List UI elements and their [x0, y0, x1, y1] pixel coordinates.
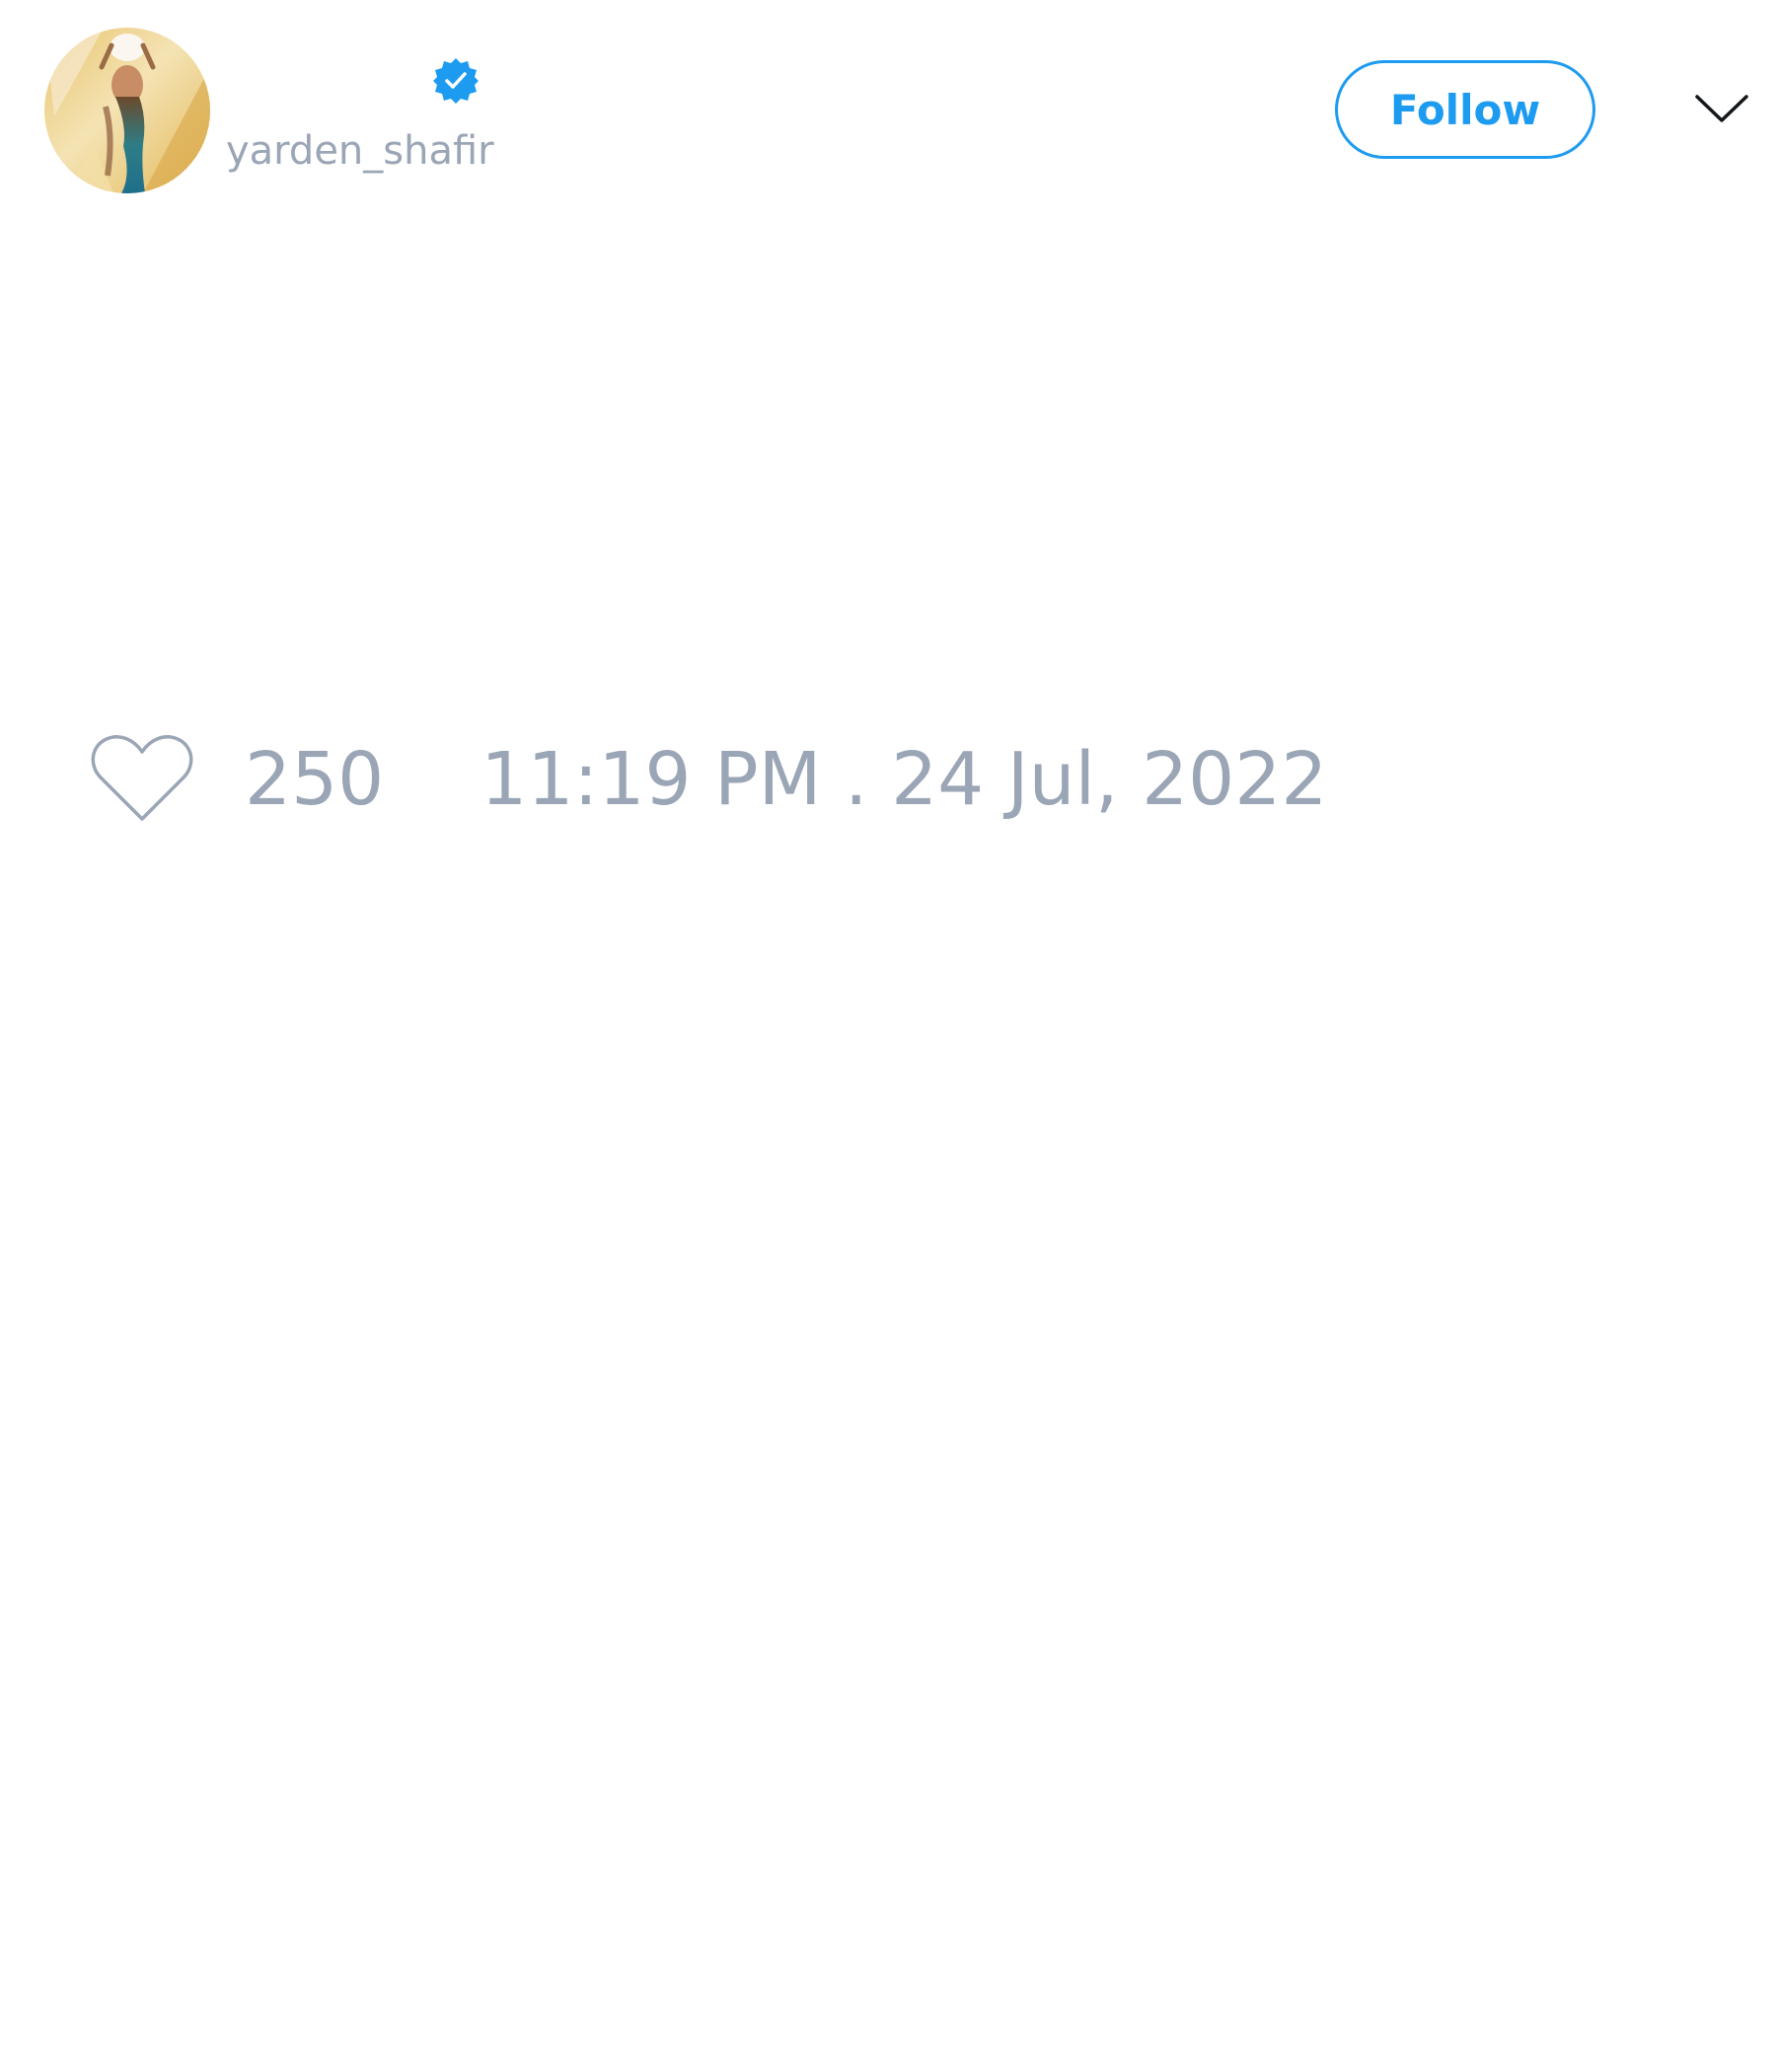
author-handle[interactable]: yarden_shafir — [226, 124, 494, 178]
verified-badge-icon — [431, 56, 481, 106]
tweet-footer: 250 11:19 PM . 24 Jul, 2022 — [89, 730, 1327, 829]
like-count: 250 — [245, 737, 385, 822]
tweet-card: yarden_shafir Follow 250 11:19 PM . 24 J… — [0, 0, 1776, 2072]
avatar[interactable] — [44, 28, 210, 193]
chevron-down-icon[interactable] — [1693, 89, 1750, 128]
avatar-image — [44, 28, 210, 193]
tweet-text — [44, 212, 1732, 705]
tweet-timestamp[interactable]: 11:19 PM . 24 Jul, 2022 — [481, 730, 1327, 829]
heart-icon[interactable] — [89, 732, 195, 827]
follow-button[interactable]: Follow — [1335, 60, 1595, 159]
